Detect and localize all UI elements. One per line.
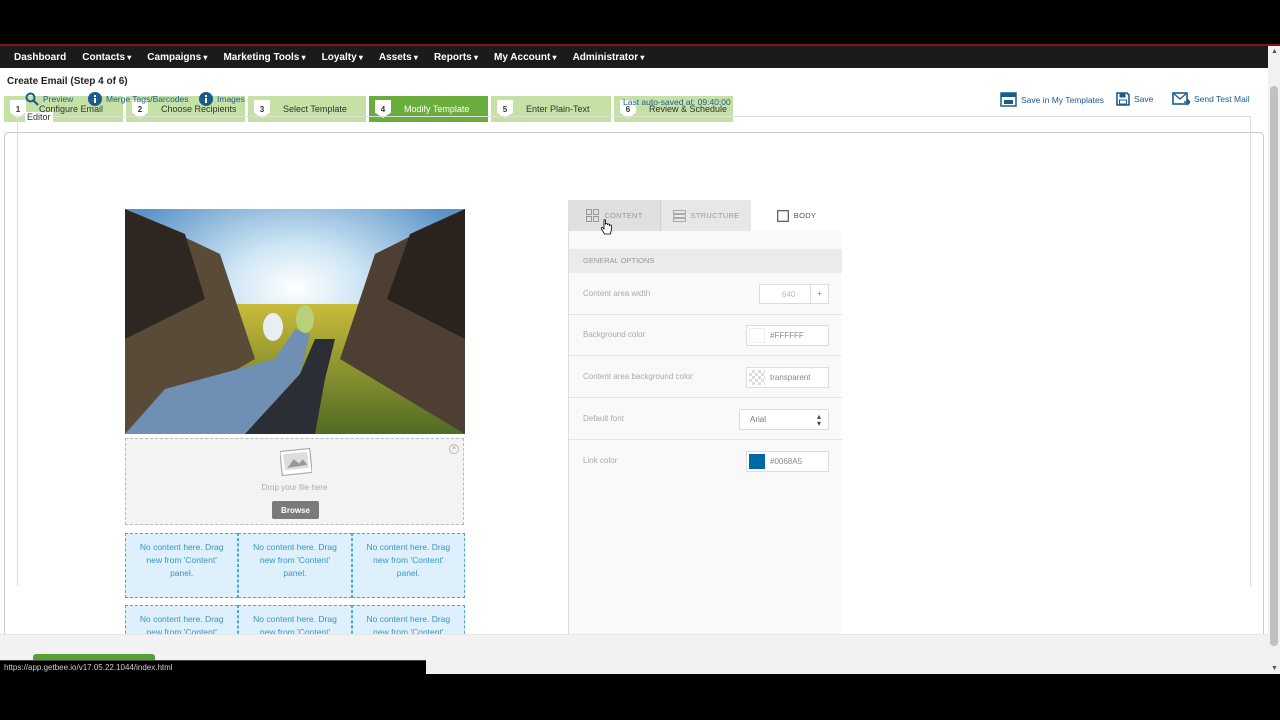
tab-body-label: BODY — [793, 211, 817, 220]
link-color-picker[interactable]: #0068A5 — [746, 451, 829, 472]
content-bg-color-picker[interactable]: transparent — [746, 367, 829, 388]
empty-column-placeholder[interactable]: No content here. Drag new from 'Content'… — [351, 533, 465, 598]
bottom-action-bar — [0, 634, 1268, 660]
close-icon[interactable]: × — [449, 444, 459, 454]
nav-campaigns[interactable]: Campaigns — [147, 52, 207, 63]
nav-loyalty[interactable]: Loyalty — [322, 52, 363, 63]
default-font-select[interactable]: Arial ▴ ▾ — [739, 409, 829, 430]
general-options-header: GENERAL OPTIONS — [569, 249, 842, 273]
select-arrows-icon: ▴ ▾ — [816, 412, 821, 428]
content-bg-color-label: Content area background color — [583, 372, 693, 381]
drop-file-text: Drop your file here — [261, 483, 328, 492]
color-swatch — [749, 328, 765, 343]
app-window: Dashboard Contacts Campaigns Marketing T… — [0, 0, 1280, 720]
square-icon — [776, 209, 789, 222]
tab-structure[interactable]: STRUCTURE — [660, 200, 751, 231]
content-bg-color-value: transparent — [770, 373, 811, 382]
content-bg-color-row: Content area background color transparen… — [569, 356, 842, 398]
nav-reports[interactable]: Reports — [434, 52, 478, 63]
link-color-row: Link color #0068A5 — [569, 440, 842, 482]
background-color-row: Background color #FFFFFF — [569, 314, 842, 356]
horizontal-scrollbar[interactable] — [426, 660, 1268, 674]
mouse-pointer-icon — [601, 219, 612, 235]
content-width-row: Content area width 640 + — [569, 273, 842, 315]
default-font-row: Default font Arial ▴ ▾ — [569, 398, 842, 440]
page-title: Create Email (Step 4 of 6) — [7, 76, 128, 87]
info-icon — [88, 92, 102, 106]
browse-button[interactable]: Browse — [272, 501, 319, 519]
hero-photo-graphic — [125, 209, 465, 434]
images-button[interactable]: Images — [199, 92, 245, 106]
envelope-send-icon — [1172, 92, 1190, 106]
default-font-label: Default font — [583, 414, 624, 423]
tab-structure-label: STRUCTURE — [690, 211, 740, 220]
editor-legend: Editor — [25, 112, 53, 122]
top-black-strip — [0, 0, 1280, 44]
scroll-down-icon[interactable]: ▼ — [1271, 665, 1278, 672]
vertical-scrollbar[interactable]: ▲ ▼ — [1268, 46, 1280, 674]
empty-row: No content here. Drag new from 'Content'… — [125, 533, 465, 598]
color-swatch — [749, 454, 765, 469]
empty-column-placeholder[interactable]: No content here. Drag new from 'Content'… — [238, 533, 352, 598]
content-width-stepper[interactable]: 640 + — [759, 284, 829, 304]
save-button[interactable]: Save — [1116, 92, 1153, 106]
background-color-picker[interactable]: #FFFFFF — [746, 325, 829, 346]
editor-toolbar: Preview Merge Tags/Barcodes Images Last … — [20, 92, 1250, 112]
preview-label: Preview — [43, 94, 74, 104]
save-label: Save — [1134, 94, 1154, 104]
save-in-my-templates-label: Save in My Templates — [1021, 94, 1104, 105]
background-color-value: #FFFFFF — [770, 331, 804, 340]
main-nav: Dashboard Contacts Campaigns Marketing T… — [0, 46, 1268, 68]
merge-tags-label: Merge Tags/Barcodes — [106, 94, 189, 104]
send-test-mail-label: Send Test Mail — [1194, 94, 1250, 104]
rows-icon — [672, 209, 686, 222]
preview-button[interactable]: Preview — [25, 92, 73, 106]
merge-tags-button[interactable]: Merge Tags/Barcodes — [88, 92, 189, 106]
default-font-value: Arial — [750, 415, 767, 424]
images-label: Images — [217, 94, 245, 104]
tab-body[interactable]: BODY — [751, 200, 842, 231]
hero-image[interactable] — [125, 209, 465, 434]
settings-panel: CONTENT STRUCTURE BODY GENERAL OPTIONS C… — [568, 200, 842, 650]
search-icon — [25, 92, 39, 106]
tab-content[interactable]: CONTENT — [569, 200, 660, 231]
nav-my-account[interactable]: My Account — [494, 52, 557, 63]
save-in-my-templates-button[interactable]: Save in My Templates — [1000, 92, 1104, 107]
nav-dashboard[interactable]: Dashboard — [14, 52, 66, 63]
grid-icon — [586, 209, 600, 222]
content-width-label: Content area width — [583, 289, 651, 298]
floppy-disk-icon — [1116, 92, 1130, 106]
scrollbar-thumb[interactable] — [1270, 86, 1278, 646]
content-width-value: 640 — [782, 290, 796, 299]
nav-contacts[interactable]: Contacts — [82, 52, 131, 63]
nav-assets[interactable]: Assets — [379, 52, 418, 63]
save-template-icon — [1000, 92, 1017, 107]
info-icon — [199, 92, 213, 106]
transparent-swatch — [749, 370, 765, 385]
background-color-label: Background color — [583, 330, 646, 339]
link-color-value: #0068A5 — [770, 457, 803, 466]
nav-administrator[interactable]: Administrator — [573, 52, 645, 63]
autosave-status: Last auto-saved at: 09:40:00 — [623, 97, 731, 107]
image-placeholder-icon — [280, 447, 312, 477]
link-color-label: Link color — [583, 456, 618, 465]
nav-marketing-tools[interactable]: Marketing Tools — [223, 52, 305, 63]
send-test-mail-button[interactable]: Send Test Mail — [1172, 92, 1250, 106]
status-bar-url: https://app.getbee.io/v17.05.22.1044/ind… — [0, 660, 426, 674]
scroll-up-icon[interactable]: ▲ — [1271, 48, 1278, 55]
empty-column-placeholder[interactable]: No content here. Drag new from 'Content'… — [125, 533, 239, 598]
image-drop-zone[interactable]: Drop your file here Browse × — [125, 438, 464, 525]
increment-button[interactable]: + — [810, 285, 828, 303]
